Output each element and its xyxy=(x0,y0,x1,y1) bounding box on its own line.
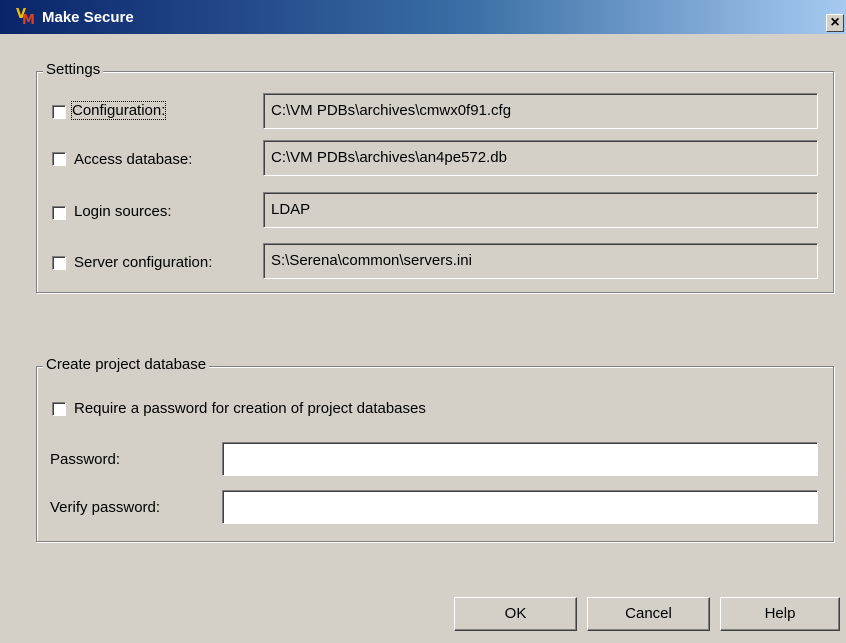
require-password-label[interactable]: Require a password for creation of proje… xyxy=(74,400,426,417)
login-sources-checkbox[interactable] xyxy=(52,206,66,220)
login-sources-field[interactable]: LDAP xyxy=(263,192,818,228)
configuration-checkbox[interactable] xyxy=(52,105,66,119)
close-icon: × xyxy=(830,14,840,31)
configuration-field[interactable]: C:\VM PDBs\archives\cmwx0f91.cfg xyxy=(263,93,818,129)
server-configuration-label[interactable]: Server configuration: xyxy=(74,254,212,271)
configuration-label[interactable]: Configuration: xyxy=(70,101,167,120)
server-configuration-checkbox[interactable] xyxy=(52,256,66,270)
login-sources-label[interactable]: Login sources: xyxy=(74,203,172,220)
title-bar: VM Make Secure × xyxy=(0,0,846,34)
password-label: Password: xyxy=(50,451,121,468)
app-icon: VM xyxy=(16,7,35,28)
cancel-button[interactable]: Cancel xyxy=(587,597,710,631)
password-input[interactable] xyxy=(222,442,818,476)
create-project-database-legend: Create project database xyxy=(43,356,210,373)
help-button[interactable]: Help xyxy=(720,597,840,631)
close-button[interactable]: × xyxy=(826,14,844,32)
verify-password-input[interactable] xyxy=(222,490,818,524)
window-title: Make Secure xyxy=(42,8,134,26)
access-database-field[interactable]: C:\VM PDBs\archives\an4pe572.db xyxy=(263,140,818,176)
access-database-checkbox[interactable] xyxy=(52,152,66,166)
ok-button[interactable]: OK xyxy=(454,597,577,631)
server-configuration-field[interactable]: S:\Serena\common\servers.ini xyxy=(263,243,818,279)
access-database-label[interactable]: Access database: xyxy=(74,151,192,168)
require-password-checkbox[interactable] xyxy=(52,402,66,416)
settings-legend: Settings xyxy=(43,61,104,78)
verify-password-label: Verify password: xyxy=(50,499,161,516)
